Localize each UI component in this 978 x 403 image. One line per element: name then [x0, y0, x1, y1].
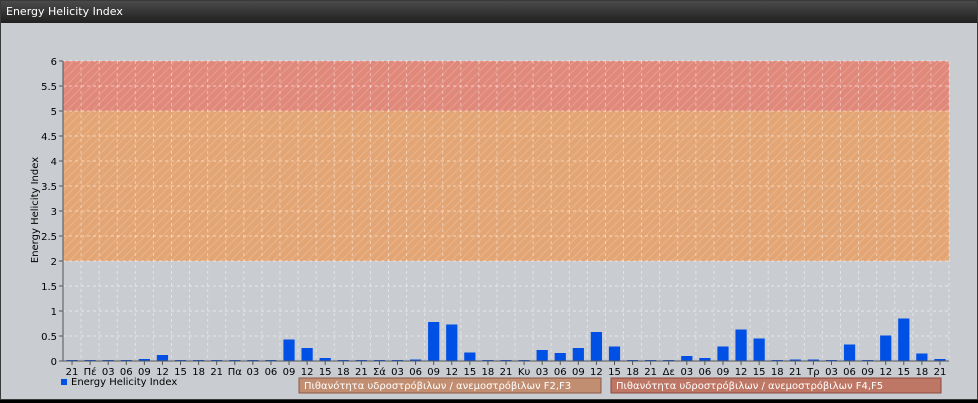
x-tick-label: Δε: [663, 367, 675, 378]
chart-window: Energy Helicity Index 0 0.5 1 1.5 2 2.5 3 3.5 4 4…: [0, 0, 978, 400]
x-tick-label: 18: [626, 367, 639, 378]
y-tick-label: 6: [51, 57, 57, 68]
x-tick-label: 06: [554, 367, 567, 378]
bar-37: [735, 329, 747, 361]
x-tick-label: 03: [825, 367, 838, 378]
bar-38: [753, 338, 765, 361]
x-tick-label: 18: [482, 367, 495, 378]
x-tick-label: 15: [608, 367, 621, 378]
bar-12: [283, 339, 295, 361]
ehi-chart: 00.511.522.533.544.555.56 21 Πέ 03 06 09 12 15…: [30, 57, 950, 394]
y-tick-label: 2.5: [41, 232, 57, 243]
x-tick-label: 03: [391, 367, 404, 378]
x-tick-label: 09: [717, 367, 730, 378]
x-tick-label: 18: [916, 367, 929, 378]
y-tick-label: 1.5: [41, 282, 57, 293]
x-tick-label: 12: [590, 367, 603, 378]
x-tick-label: 18: [771, 367, 784, 378]
bar-34: [681, 356, 693, 361]
x-tick-label: 21: [355, 367, 368, 378]
x-tick-label: 12: [735, 367, 748, 378]
y-tick-label: 0.5: [41, 332, 57, 343]
bar-47: [916, 353, 928, 361]
y-tick-label: 5.5: [41, 82, 57, 93]
bar-13: [301, 348, 313, 361]
y-tick-label: 4: [51, 157, 57, 168]
y-tick-label: 2: [51, 257, 57, 268]
x-tick-label: 21: [789, 367, 802, 378]
y-tick-label: 4.5: [41, 132, 57, 143]
x-tick-label: 09: [427, 367, 440, 378]
x-tick-label: Κυ: [518, 367, 531, 378]
window-title: Energy Helicity Index: [1, 1, 977, 23]
bar-30: [608, 346, 621, 361]
bar-36: [717, 346, 729, 361]
x-tick-label: 12: [301, 367, 314, 378]
bar-43: [843, 344, 856, 361]
x-tick-label: 15: [319, 367, 332, 378]
x-tick-label: 06: [699, 367, 712, 378]
x-tick-label: 18: [337, 367, 350, 378]
y-tick-label: 3.5: [41, 182, 57, 193]
x-tick-label: 21: [500, 367, 513, 378]
x-tick-label: 12: [445, 367, 458, 378]
x-tick-label: Τρ: [806, 367, 819, 378]
legend-series-swatch: [61, 379, 67, 385]
bar-45: [880, 335, 892, 361]
x-tick-label: 06: [265, 367, 278, 378]
x-tick-label: 03: [246, 367, 259, 378]
bar-21: [446, 324, 458, 361]
bar-26: [536, 350, 548, 361]
y-tick-label: 1: [51, 307, 57, 318]
x-tick-label: 21: [210, 367, 223, 378]
bar-28: [572, 348, 584, 361]
y-tick-label: 0: [51, 357, 57, 368]
bar-20: [428, 322, 440, 361]
x-tick-label: 09: [572, 367, 585, 378]
x-tick-label: 15: [897, 367, 910, 378]
x-tick-label: 09: [861, 367, 874, 378]
x-tick-label: 03: [680, 367, 693, 378]
legend: Energy Helicity Index Πιθανότητα υδροστρ…: [61, 377, 942, 394]
bar-29: [590, 332, 603, 361]
x-tick-label: 21: [644, 367, 657, 378]
legend-band-f2f3-label: Πιθανότητα υδροστρόβιλων / ανεμοστρόβιλω…: [304, 380, 571, 392]
legend-band-f4f5-label: Πιθανότητα υδροστρόβιλων / ανεμοστρόβιλω…: [616, 380, 883, 392]
chart-panel: 0 0.5 1 1.5 2 2.5 3 3.5 4 4.5 5 5.5 6 21 Πέ 03 06 09 12 15…: [1, 23, 977, 399]
bar-5: [156, 355, 169, 361]
x-tick-label: 03: [536, 367, 549, 378]
legend-series-label: Energy Helicity Index: [71, 377, 177, 388]
x-tick-label: 18: [192, 367, 205, 378]
x-tick-label: 06: [843, 367, 856, 378]
x-tick-label: Πα: [228, 367, 243, 378]
x-tick-label: 21: [934, 367, 947, 378]
bar-46: [898, 318, 910, 361]
y-tick-label: 3: [51, 207, 57, 218]
x-tick-label: 09: [283, 367, 296, 378]
bar-22: [464, 352, 476, 361]
x-tick-label: 06: [409, 367, 422, 378]
x-tick-label: Σά: [373, 366, 386, 378]
y-axis-label: Energy Helicity Index: [30, 157, 41, 263]
bar-27: [554, 353, 566, 361]
x-tick-label: 12: [879, 367, 892, 378]
y-tick-label: 5: [51, 107, 57, 118]
x-tick-label: 15: [463, 367, 476, 378]
x-tick-label: 15: [753, 367, 766, 378]
